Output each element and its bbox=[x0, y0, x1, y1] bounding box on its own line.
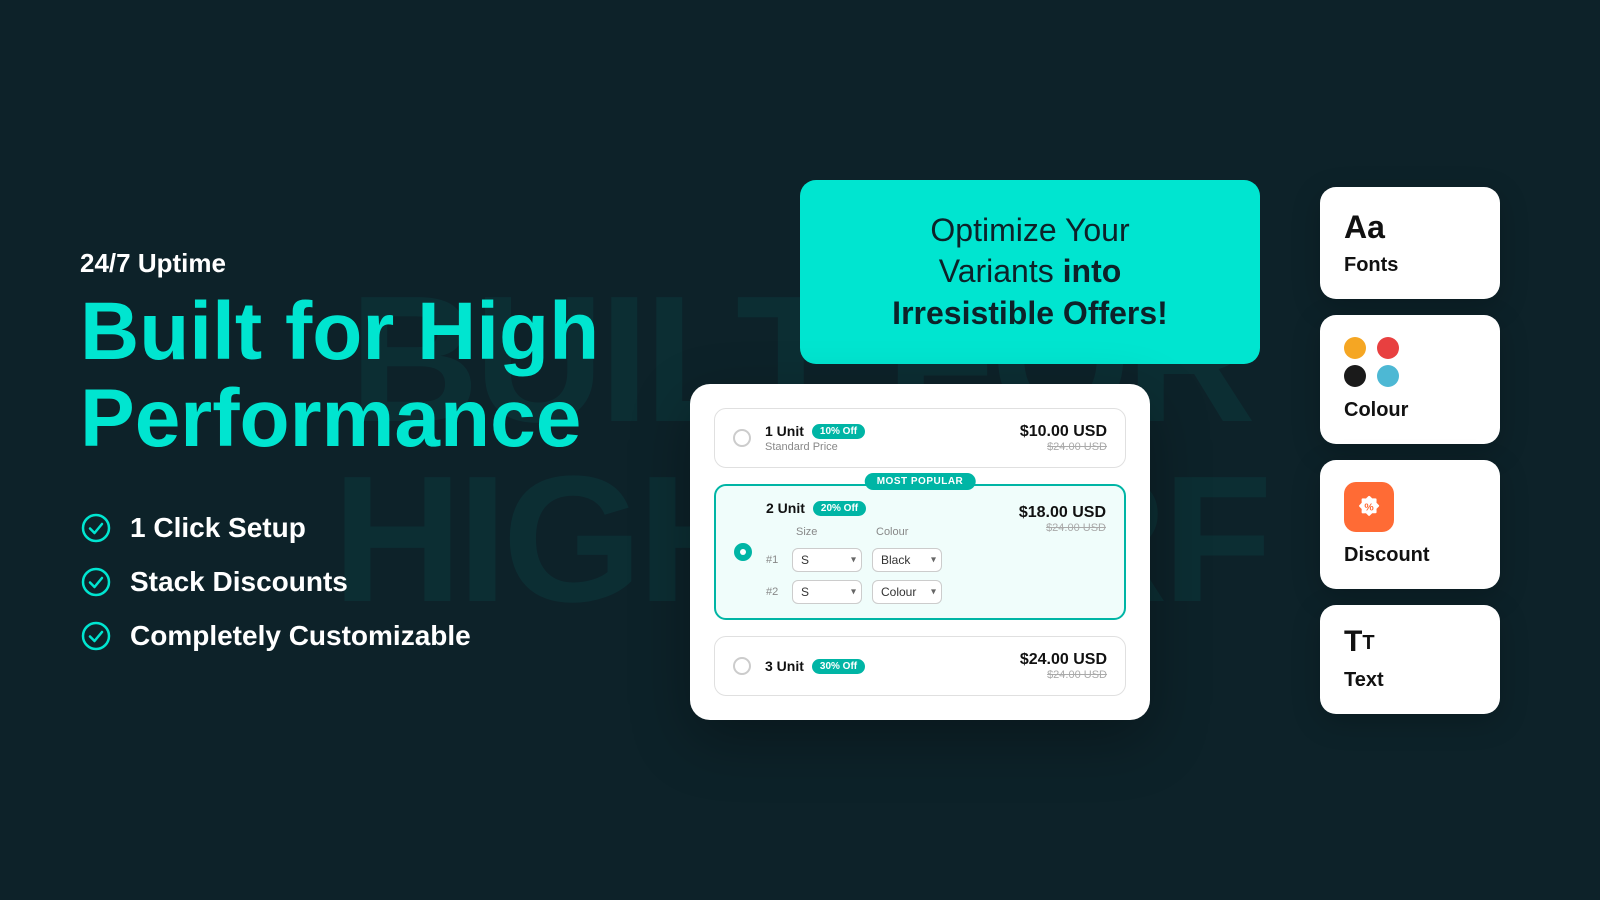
option-price-3: $24.00 USD bbox=[1020, 651, 1107, 669]
colour-dots bbox=[1344, 337, 1404, 387]
optimize-line3: Irresistible Offers! bbox=[892, 295, 1168, 331]
optimize-card: Optimize Your Variants into Irresistible… bbox=[800, 180, 1260, 365]
check-icon-2 bbox=[80, 566, 112, 598]
text-icon: TT bbox=[1344, 627, 1476, 657]
variant-num-2: #2 bbox=[766, 586, 782, 598]
variant-row-1: #1 S M L Black bbox=[766, 548, 1005, 572]
option-price-area-2: $18.00 USD $24.00 USD bbox=[1019, 500, 1106, 534]
option-original-price-2: $24.00 USD bbox=[1019, 522, 1106, 534]
colour-card: Colour bbox=[1320, 315, 1500, 444]
main-heading: Built for High Performance bbox=[80, 289, 630, 461]
feature-text-2: Stack Discounts bbox=[130, 566, 348, 598]
text-label: Text bbox=[1344, 669, 1476, 692]
left-section: 24/7 Uptime Built for High Performance 1… bbox=[80, 248, 630, 651]
discount-svg: % bbox=[1355, 493, 1383, 521]
colour-dot-1 bbox=[1344, 337, 1366, 359]
off-badge-3: 30% Off bbox=[812, 659, 865, 674]
variant-header-size: Size bbox=[796, 526, 866, 538]
option-price-1: $10.00 USD bbox=[1020, 423, 1107, 441]
optimize-line2-bold: into bbox=[1063, 253, 1122, 289]
check-icon-3 bbox=[80, 620, 112, 652]
heading-line1: Built for High bbox=[80, 286, 599, 377]
colour-select-wrapper-2[interactable]: Colour Black White bbox=[872, 580, 942, 604]
option-label-1: 1 Unit 10% Off Standard Price bbox=[765, 423, 1006, 453]
option-title-3: 3 Unit bbox=[765, 658, 804, 674]
radio-btn-2[interactable] bbox=[734, 543, 752, 561]
option-original-price-3: $24.00 USD bbox=[1020, 669, 1107, 681]
colour-dot-2 bbox=[1377, 337, 1399, 359]
most-popular-badge: MOST POPULAR bbox=[865, 473, 976, 490]
option-row-2[interactable]: MOST POPULAR 2 Unit 20% Off Size Colour bbox=[714, 484, 1126, 620]
fonts-card: Aa Fonts bbox=[1320, 187, 1500, 299]
optimize-card-text: Optimize Your Variants into Irresistible… bbox=[850, 210, 1210, 335]
fonts-label: Fonts bbox=[1344, 254, 1476, 277]
fonts-icon: Aa bbox=[1344, 209, 1476, 246]
size-select-1[interactable]: S M L bbox=[792, 548, 862, 572]
size-select-wrapper-2[interactable]: S M L bbox=[792, 580, 862, 604]
off-badge-1: 10% Off bbox=[812, 424, 865, 439]
option-row-3[interactable]: 3 Unit 30% Off $24.00 USD $24.00 USD bbox=[714, 636, 1126, 696]
variant-num-1: #1 bbox=[766, 554, 782, 566]
option-label-2: 2 Unit 20% Off Size Colour #1 bbox=[766, 500, 1005, 604]
radio-btn-3[interactable] bbox=[733, 657, 751, 675]
option-title-row-3: 3 Unit 30% Off bbox=[765, 658, 1006, 674]
option-row-1[interactable]: 1 Unit 10% Off Standard Price $10.00 USD… bbox=[714, 408, 1126, 468]
variant-selectors: Size Colour #1 S M L bbox=[766, 526, 1005, 604]
option-title-2: 2 Unit bbox=[766, 500, 805, 516]
feature-text-3: Completely Customizable bbox=[130, 620, 471, 652]
option-price-area-3: $24.00 USD $24.00 USD bbox=[1020, 651, 1107, 681]
feature-item-3: Completely Customizable bbox=[80, 620, 630, 652]
discount-icon: % bbox=[1344, 482, 1394, 532]
text-card: TT Text bbox=[1320, 605, 1500, 714]
check-icon-1 bbox=[80, 512, 112, 544]
uptime-label: 24/7 Uptime bbox=[80, 248, 630, 279]
colour-select-2[interactable]: Colour Black White bbox=[872, 580, 942, 604]
feature-text-1: 1 Click Setup bbox=[130, 512, 306, 544]
off-badge-2: 20% Off bbox=[813, 501, 866, 516]
colour-select-1[interactable]: Black White Red bbox=[872, 548, 942, 572]
colour-select-wrapper-1[interactable]: Black White Red bbox=[872, 548, 942, 572]
option-price-2: $18.00 USD bbox=[1019, 504, 1106, 522]
variant-row-2: #2 S M L Colour bbox=[766, 580, 1005, 604]
feature-item-2: Stack Discounts bbox=[80, 566, 630, 598]
discount-label: Discount bbox=[1344, 544, 1476, 567]
product-widget: 1 Unit 10% Off Standard Price $10.00 USD… bbox=[690, 384, 1150, 720]
middle-section: Optimize Your Variants into Irresistible… bbox=[630, 180, 1320, 721]
colour-label: Colour bbox=[1344, 399, 1476, 422]
size-select-2[interactable]: S M L bbox=[792, 580, 862, 604]
svg-text:%: % bbox=[1364, 501, 1374, 513]
option-original-price-1: $24.00 USD bbox=[1020, 441, 1107, 453]
feature-item-1: 1 Click Setup bbox=[80, 512, 630, 544]
size-select-wrapper-1[interactable]: S M L bbox=[792, 548, 862, 572]
option-price-area-1: $10.00 USD $24.00 USD bbox=[1020, 423, 1107, 453]
right-section: Aa Fonts Colour % Discount bbox=[1320, 187, 1520, 714]
optimize-line1: Optimize Your bbox=[930, 212, 1129, 248]
heading-line2: Performance bbox=[80, 373, 581, 464]
optimize-line2-normal: Variants bbox=[939, 253, 1063, 289]
colour-dot-4 bbox=[1377, 365, 1399, 387]
option-sublabel-1: Standard Price bbox=[765, 441, 1006, 453]
radio-btn-1[interactable] bbox=[733, 429, 751, 447]
option-title-row-1: 1 Unit 10% Off bbox=[765, 423, 1006, 439]
variant-header-colour: Colour bbox=[876, 526, 946, 538]
option-label-3: 3 Unit 30% Off bbox=[765, 658, 1006, 674]
feature-list: 1 Click Setup Stack Discounts bbox=[80, 512, 630, 652]
variant-header: Size Colour bbox=[766, 526, 1005, 538]
option-title-row-2: 2 Unit 20% Off bbox=[766, 500, 1005, 516]
discount-card: % Discount bbox=[1320, 460, 1500, 589]
option-title-1: 1 Unit bbox=[765, 423, 804, 439]
colour-dot-3 bbox=[1344, 365, 1366, 387]
